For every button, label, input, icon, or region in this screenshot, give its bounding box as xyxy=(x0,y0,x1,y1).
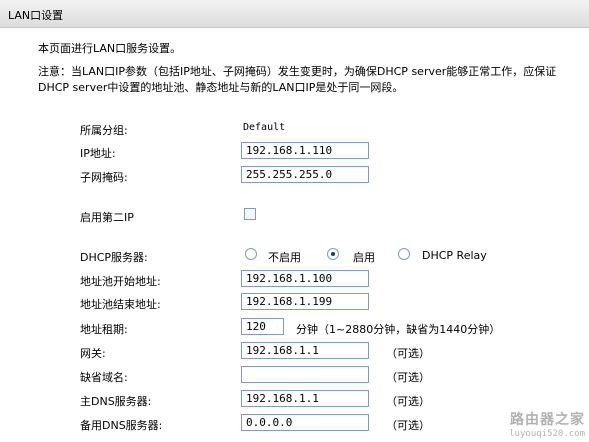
ip-row: IP地址: 192.168.1.110 xyxy=(0,141,589,165)
note-text: 注意：当LAN口IP参数（包括IP地址、子网掩码）发生变更时，为确保DHCP s… xyxy=(38,65,557,94)
lease-label: 地址租期: xyxy=(80,323,128,336)
dhcp-label: DHCP服务器: xyxy=(80,251,148,264)
dns1-row: 主DNS服务器: 192.168.1.1 （可选） xyxy=(0,389,589,413)
domain-optional: （可选） xyxy=(386,371,430,384)
watermark: 路由器之家 luyouqi520.com xyxy=(509,409,585,439)
group-label: 所属分组: xyxy=(80,124,128,137)
group-value: Default xyxy=(243,122,286,133)
pool-start-label: 地址池开始地址: xyxy=(80,275,161,288)
gateway-optional: （可选） xyxy=(386,347,430,360)
mask-row: 子网掩码: 255.255.255.0 xyxy=(0,165,589,189)
lease-row: 地址租期: 120 分钟（1~2880分钟，缺省为1440分钟） xyxy=(0,317,589,341)
mask-label: 子网掩码: xyxy=(80,171,128,184)
domain-row: 缺省域名: （可选） xyxy=(0,365,589,389)
domain-label: 缺省域名: xyxy=(80,371,128,384)
dns2-row: 备用DNS服务器: 0.0.0.0 （可选） xyxy=(0,413,589,437)
intro-text: 本页面进行LAN口服务设置。 xyxy=(38,42,182,55)
pool-end-label: 地址池结束地址: xyxy=(80,298,161,311)
pool-start-row: 地址池开始地址: 192.168.1.100 xyxy=(0,269,589,293)
page-title: LAN口设置 xyxy=(8,9,64,22)
gateway-row: 网关: 192.168.1.1 （可选） xyxy=(0,341,589,365)
pool-end-row: 地址池结束地址: 192.168.1.199 xyxy=(0,292,589,316)
dhcp-enable-label: 启用 xyxy=(353,251,375,264)
watermark-title: 路由器之家 xyxy=(510,412,585,428)
dhcp-disable-radio[interactable] xyxy=(245,248,257,260)
second-ip-checkbox[interactable] xyxy=(244,208,256,220)
dns2-optional: （可选） xyxy=(386,419,430,432)
primary-dns-input[interactable]: 192.168.1.1 xyxy=(241,390,369,407)
lease-unit-text: 分钟（1~2880分钟，缺省为1440分钟） xyxy=(296,323,501,336)
dhcp-row: DHCP服务器: 不启用 启用 DHCP Relay xyxy=(0,245,589,269)
second-ip-label: 启用第二IP xyxy=(80,211,134,224)
domain-input[interactable] xyxy=(241,366,369,383)
dhcp-relay-radio[interactable] xyxy=(398,248,410,260)
pool-start-input[interactable]: 192.168.1.100 xyxy=(241,270,369,287)
dhcp-enable-radio[interactable] xyxy=(327,248,339,260)
watermark-url: luyouqi520.com xyxy=(509,429,585,439)
dns1-optional: （可选） xyxy=(386,395,430,408)
group-row: 所属分组: Default xyxy=(0,118,589,142)
ip-address-input[interactable]: 192.168.1.110 xyxy=(241,142,369,159)
ip-label: IP地址: xyxy=(80,147,116,160)
lease-time-input[interactable]: 120 xyxy=(241,318,284,335)
dns1-label: 主DNS服务器: xyxy=(80,395,152,408)
dhcp-relay-label: DHCP Relay xyxy=(422,249,487,262)
second-ip-row: 启用第二IP xyxy=(0,205,589,229)
subnet-mask-input[interactable]: 255.255.255.0 xyxy=(241,166,369,183)
gateway-label: 网关: xyxy=(80,347,106,360)
dns2-label: 备用DNS服务器: xyxy=(80,419,163,432)
pool-end-input[interactable]: 192.168.1.199 xyxy=(241,293,369,310)
dhcp-disable-label: 不启用 xyxy=(268,251,301,264)
page-header: LAN口设置 xyxy=(0,0,589,28)
secondary-dns-input[interactable]: 0.0.0.0 xyxy=(241,414,369,431)
gateway-input[interactable]: 192.168.1.1 xyxy=(241,342,369,359)
